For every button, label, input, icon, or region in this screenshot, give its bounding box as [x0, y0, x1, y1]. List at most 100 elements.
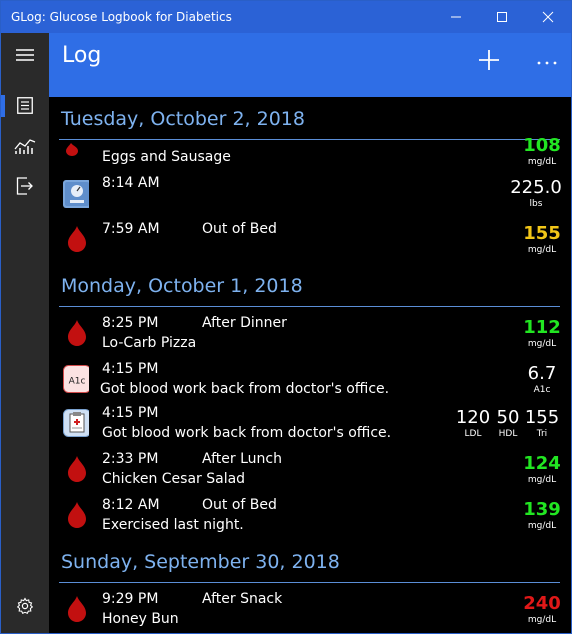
- glucose-reading: 124 mg/dL: [522, 453, 562, 485]
- nav-sidebar: [1, 33, 49, 633]
- close-button[interactable]: [525, 1, 571, 33]
- clipboard-icon: [63, 409, 89, 437]
- weight-value: 225.0: [510, 177, 562, 198]
- triglycerides-reading: 155 Tri: [522, 407, 562, 439]
- glucose-reading: 155 mg/dL: [522, 223, 562, 255]
- entry-note: Exercised last night.: [102, 517, 244, 533]
- glucose-value: 124: [523, 453, 561, 474]
- glucose-value: 240: [523, 593, 561, 614]
- entry-time: 2:33 PM: [102, 451, 159, 467]
- log-entry-glucose[interactable]: 8:12 AM Out of Bed Exercised last night.…: [50, 497, 571, 543]
- app-window: GLog: Glucose Logbook for Diabetics Log …: [0, 0, 572, 634]
- log-entry-lipids[interactable]: 4:15 PM Got blood work back from doctor'…: [50, 405, 571, 451]
- more-options-button[interactable]: [536, 51, 558, 71]
- meal-tag: After Dinner: [202, 315, 287, 331]
- a1c-unit: A1c: [533, 385, 551, 395]
- entry-time: 7:59 AM: [102, 221, 160, 237]
- export-icon: [16, 177, 33, 195]
- entry-time: 9:29 PM: [102, 591, 159, 607]
- minimize-icon: [451, 16, 461, 18]
- more-dots-icon: [537, 61, 557, 65]
- app-bar: Log: [49, 33, 571, 97]
- plus-icon: [479, 50, 499, 70]
- entry-note: Lo-Carb Pizza: [102, 335, 197, 351]
- log-entry-glucose[interactable]: Eggs and Sausage 108 mg/dL: [50, 135, 571, 177]
- blood-drop-icon: [68, 456, 86, 482]
- log-entry-a1c[interactable]: A1c 4:15 PM Got blood work back from doc…: [50, 361, 571, 407]
- hdl-reading: 50 HDL: [491, 407, 525, 439]
- log-entry-glucose[interactable]: 2:33 PM After Lunch Chicken Cesar Salad …: [50, 451, 571, 497]
- glucose-reading: 112 mg/dL: [522, 317, 562, 349]
- day-divider: [59, 306, 560, 307]
- glucose-value: 108: [523, 135, 561, 156]
- maximize-button[interactable]: [479, 1, 525, 33]
- nav-settings-button[interactable]: [1, 586, 49, 626]
- blood-drop-icon: [68, 320, 86, 346]
- log-entry-glucose[interactable]: 9:29 PM After Snack Honey Bun 240 mg/dL: [50, 591, 571, 634]
- blood-drop-icon: [68, 502, 86, 528]
- ldl-value: 120: [455, 407, 491, 428]
- log-list-icon: [17, 96, 33, 114]
- log-list[interactable]: Tuesday, October 2, 2018 Eggs and Sausag…: [50, 97, 571, 634]
- glucose-unit: mg/dL: [527, 157, 557, 167]
- entry-time: 4:15 PM: [102, 405, 159, 421]
- day-header: Monday, October 1, 2018: [61, 275, 303, 297]
- entry-note: Got blood work back from doctor's office…: [102, 425, 392, 441]
- a1c-reading: 6.7 A1c: [522, 363, 562, 395]
- hamburger-icon: [16, 49, 34, 61]
- nav-log-button[interactable]: [1, 85, 49, 125]
- meal-tag: After Snack: [202, 591, 283, 607]
- glucose-reading: 108 mg/dL: [522, 135, 562, 167]
- entry-note: Chicken Cesar Salad: [102, 471, 246, 487]
- add-entry-button[interactable]: [474, 45, 504, 75]
- entry-time: 8:12 AM: [102, 497, 160, 513]
- title-bar: GLog: Glucose Logbook for Diabetics: [1, 1, 571, 33]
- glucose-value: 139: [523, 499, 561, 520]
- log-entry-glucose[interactable]: 7:59 AM Out of Bed 155 mg/dL: [50, 221, 571, 267]
- glucose-unit: mg/dL: [527, 521, 557, 531]
- a1c-value: 6.7: [527, 363, 557, 384]
- entry-time: 8:25 PM: [102, 315, 159, 331]
- ldl-reading: 120 LDL: [453, 407, 493, 439]
- minimize-button[interactable]: [433, 1, 479, 33]
- glucose-value: 112: [523, 317, 561, 338]
- glucose-unit: mg/dL: [527, 339, 557, 349]
- hamburger-menu-button[interactable]: [1, 35, 49, 75]
- gear-icon: [16, 597, 34, 615]
- log-entry-glucose[interactable]: 8:25 PM After Dinner Lo-Carb Pizza 112 m…: [50, 315, 571, 361]
- triglycerides-value: 155: [524, 407, 560, 428]
- chart-icon: [14, 139, 36, 154]
- maximize-icon: [497, 12, 507, 22]
- day-divider: [59, 139, 560, 140]
- log-entry-weight[interactable]: 8:14 AM 225.0 lbs: [50, 175, 571, 221]
- scale-icon: [63, 180, 89, 208]
- glucose-unit: mg/dL: [527, 245, 557, 255]
- triglycerides-unit: Tri: [536, 429, 548, 439]
- glucose-reading: 240 mg/dL: [522, 593, 562, 625]
- glucose-unit: mg/dL: [527, 615, 557, 625]
- weight-reading: 225.0 lbs: [506, 177, 566, 209]
- a1c-icon: A1c: [63, 365, 89, 393]
- nav-export-button[interactable]: [1, 166, 49, 206]
- meal-tag: Out of Bed: [202, 497, 277, 513]
- glucose-reading: 139 mg/dL: [522, 499, 562, 531]
- meal-tag: After Lunch: [202, 451, 282, 467]
- meal-tag: Out of Bed: [202, 221, 277, 237]
- nav-charts-button[interactable]: [1, 126, 49, 166]
- day-divider: [59, 582, 560, 583]
- page-title: Log: [62, 43, 102, 68]
- window-title: GLog: Glucose Logbook for Diabetics: [11, 10, 232, 24]
- blood-drop-icon: [68, 596, 86, 622]
- close-icon: [542, 11, 554, 23]
- entry-note: Honey Bun: [102, 611, 179, 627]
- day-header: Tuesday, October 2, 2018: [61, 108, 305, 130]
- ldl-unit: LDL: [464, 429, 482, 439]
- day-header: Sunday, September 30, 2018: [61, 551, 340, 573]
- blood-drop-icon: [66, 143, 78, 156]
- entry-note: Eggs and Sausage: [102, 149, 231, 165]
- glucose-value: 155: [523, 223, 561, 244]
- weight-unit: lbs: [529, 199, 543, 209]
- entry-time: 8:14 AM: [102, 175, 160, 191]
- entry-time: 4:15 PM: [102, 361, 159, 377]
- entry-note: Got blood work back from doctor's office…: [100, 381, 390, 397]
